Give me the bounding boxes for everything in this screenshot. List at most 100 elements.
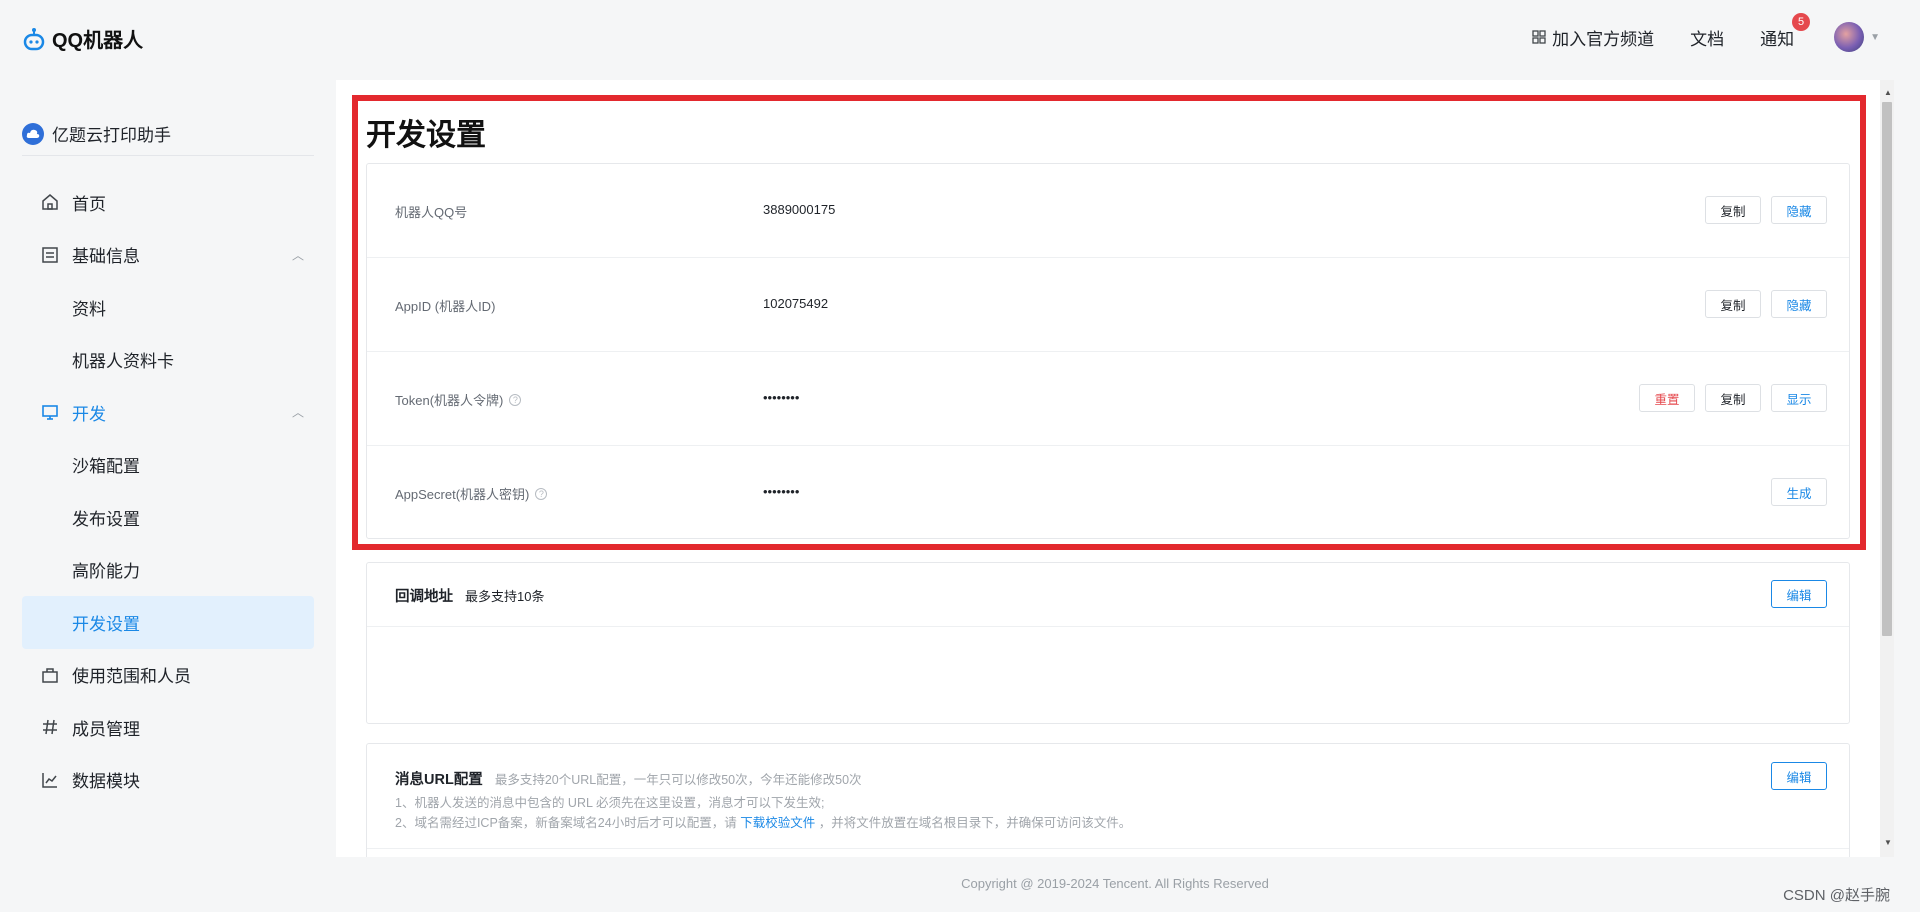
app-name: 亿题云打印助手 [52, 126, 171, 145]
sidebar-item-label: 使用范围和人员 [72, 667, 191, 687]
credential-label: Token(机器人令牌) ? [395, 390, 522, 409]
callback-card: 回调地址 最多支持10条 编辑 [366, 562, 1850, 724]
sidebar-item-label: 沙箱配置 [72, 457, 140, 477]
sidebar-item-label: 开发设置 [72, 614, 140, 634]
scroll-down-arrow-icon[interactable]: ▼ [1884, 838, 1892, 847]
page-title: 开发设置 [366, 119, 486, 152]
generate-button[interactable]: 生成 [1771, 478, 1827, 506]
watermark: CSDN @赵手腕 [1783, 887, 1890, 904]
message-url-title: 消息URL配置 [395, 772, 483, 788]
hash-icon [40, 717, 60, 737]
bag-icon [40, 665, 60, 685]
callback-title: 回调地址 [395, 589, 453, 605]
notify-count-badge: 5 [1792, 12, 1811, 31]
sidebar-item-dev-settings[interactable]: 开发设置 [22, 596, 314, 649]
credential-value: 3889000175 [763, 202, 836, 217]
credential-actions: 生成 [1771, 478, 1827, 506]
sidebar-item-label: 开发 [72, 404, 106, 424]
message-url-card: 消息URL配置 最多支持20个URL配置，一年只可以修改50次，今年还能修改50… [366, 743, 1850, 857]
sidebar-item-label: 首页 [72, 194, 106, 214]
sidebar-item-members[interactable]: 成员管理 [22, 701, 314, 754]
copy-button[interactable]: 复制 [1705, 290, 1761, 318]
sidebar-item-advanced[interactable]: 高阶能力 [22, 544, 314, 597]
sidebar-item-label: 成员管理 [72, 719, 140, 739]
copy-button[interactable]: 复制 [1705, 196, 1761, 224]
callback-subtitle: 最多支持10条 [465, 589, 545, 604]
join-channel-label: 加入官方频道 [1552, 29, 1655, 49]
docs-link[interactable]: 文档 [1690, 25, 1724, 50]
sidebar: 亿题云打印助手 首页 基础信息 ︿ 资料 机器人资料卡 开发 ︿ 沙箱配置 发布… [22, 80, 314, 860]
avatar[interactable] [1834, 22, 1865, 52]
footer-copyright: Copyright @ 2019-2024 Tencent. All Right… [961, 876, 1269, 891]
caret-down-icon[interactable]: ▼ [1870, 32, 1880, 43]
hide-button[interactable]: 隐藏 [1771, 290, 1827, 318]
scrollbar-thumb[interactable] [1882, 102, 1892, 636]
message-url-header: 消息URL配置 最多支持20个URL配置，一年只可以修改50次，今年还能修改50… [395, 768, 862, 789]
sidebar-item-publish[interactable]: 发布设置 [22, 491, 314, 544]
credential-actions: 复制 隐藏 [1705, 290, 1827, 318]
credential-value: 102075492 [763, 296, 829, 311]
message-url-note-1: 1、机器人发送的消息中包含的 URL 必须先在这里设置，消息才可以下发生效; [395, 796, 825, 810]
main-panel: 开发设置 机器人QQ号 3889000175 复制 隐藏 AppID (机器人I… [336, 80, 1894, 857]
top-nav: 加入官方频道 文档 通知 5 ▼ [1496, 12, 1880, 52]
sidebar-item-label: 机器人资料卡 [72, 352, 174, 372]
logo-text: QQ机器人 [52, 30, 144, 52]
sidebar-item-bot-card[interactable]: 机器人资料卡 [22, 334, 314, 387]
chart-icon [40, 770, 60, 790]
robot-logo-icon [23, 27, 45, 50]
app-selector[interactable]: 亿题云打印助手 [22, 120, 314, 156]
sidebar-item-label: 高阶能力 [72, 562, 140, 582]
sidebar-item-scope[interactable]: 使用范围和人员 [22, 649, 314, 702]
sidebar-item-label: 发布设置 [72, 509, 140, 529]
reset-button[interactable]: 重置 [1639, 384, 1695, 412]
callback-edit-button[interactable]: 编辑 [1771, 580, 1827, 608]
scroll-up-arrow-icon[interactable]: ▲ [1884, 88, 1892, 97]
sidebar-item-label: 资料 [72, 299, 106, 319]
home-icon [40, 192, 60, 212]
message-url-subtitle: 最多支持20个URL配置，一年只可以修改50次，今年还能修改50次 [494, 773, 862, 787]
credential-actions: 复制 隐藏 [1705, 196, 1827, 224]
qq-bot-logo[interactable]: QQ机器人 [22, 24, 143, 53]
callback-header: 回调地址 最多支持10条 [395, 585, 544, 606]
message-url-note-2: 2、域名需经过ICP备案，新备案域名24小时后才可以配置，请 下载校验文件 ，并… [395, 816, 1132, 830]
credential-row-qq: 机器人QQ号 3889000175 复制 隐藏 [367, 164, 1849, 258]
hide-button[interactable]: 隐藏 [1771, 196, 1827, 224]
credential-label: AppSecret(机器人密钥) ? [395, 484, 548, 503]
notify-link[interactable]: 通知 5 [1760, 12, 1811, 50]
copy-button[interactable]: 复制 [1705, 384, 1761, 412]
show-button[interactable]: 显示 [1771, 384, 1827, 412]
credential-label: AppID (机器人ID) [395, 299, 496, 314]
sidebar-item-profile[interactable]: 资料 [22, 281, 314, 334]
credential-row-secret: AppSecret(机器人密钥) ? •••••••• 生成 [367, 446, 1849, 540]
message-url-edit-button[interactable]: 编辑 [1771, 762, 1827, 790]
sidebar-menu: 首页 基础信息 ︿ 资料 机器人资料卡 开发 ︿ 沙箱配置 发布设置 高阶能力 … [22, 176, 314, 806]
credentials-card: 机器人QQ号 3889000175 复制 隐藏 AppID (机器人ID) 10… [366, 163, 1850, 539]
help-icon[interactable]: ? [509, 393, 522, 406]
notify-label: 通知 [1760, 29, 1795, 49]
download-verify-file-link[interactable]: 下载校验文件 [740, 816, 815, 830]
credential-value: •••••••• [763, 484, 800, 499]
credential-actions: 重置 复制 显示 [1639, 384, 1827, 412]
credential-row-token: Token(机器人令牌) ? •••••••• 重置 复制 显示 [367, 352, 1849, 446]
join-channel-link[interactable]: 加入官方频道 [1532, 25, 1654, 50]
chevron-up-icon: ︿ [291, 248, 304, 263]
sidebar-item-label: 数据模块 [72, 772, 140, 792]
sidebar-item-home[interactable]: 首页 [22, 176, 314, 229]
sidebar-item-basic-info[interactable]: 基础信息 ︿ [22, 229, 314, 282]
credential-row-appid: AppID (机器人ID) 102075492 复制 隐藏 [367, 258, 1849, 352]
chevron-up-icon: ︿ [291, 405, 304, 420]
top-bar: QQ机器人 加入官方频道 文档 通知 5 ▼ [0, 0, 1920, 80]
sidebar-item-label: 基础信息 [72, 247, 140, 267]
credential-value: •••••••• [763, 390, 800, 405]
monitor-icon [40, 402, 60, 422]
grid-icon [1532, 30, 1546, 44]
sidebar-item-sandbox[interactable]: 沙箱配置 [22, 439, 314, 492]
divider [367, 626, 1849, 627]
credential-label: 机器人QQ号 [395, 205, 468, 220]
sidebar-item-data[interactable]: 数据模块 [22, 754, 314, 807]
cloud-app-icon [22, 122, 44, 145]
help-icon[interactable]: ? [535, 487, 548, 500]
docs-label: 文档 [1690, 29, 1725, 49]
sidebar-item-develop[interactable]: 开发 ︿ [22, 386, 314, 439]
document-icon [40, 245, 60, 265]
